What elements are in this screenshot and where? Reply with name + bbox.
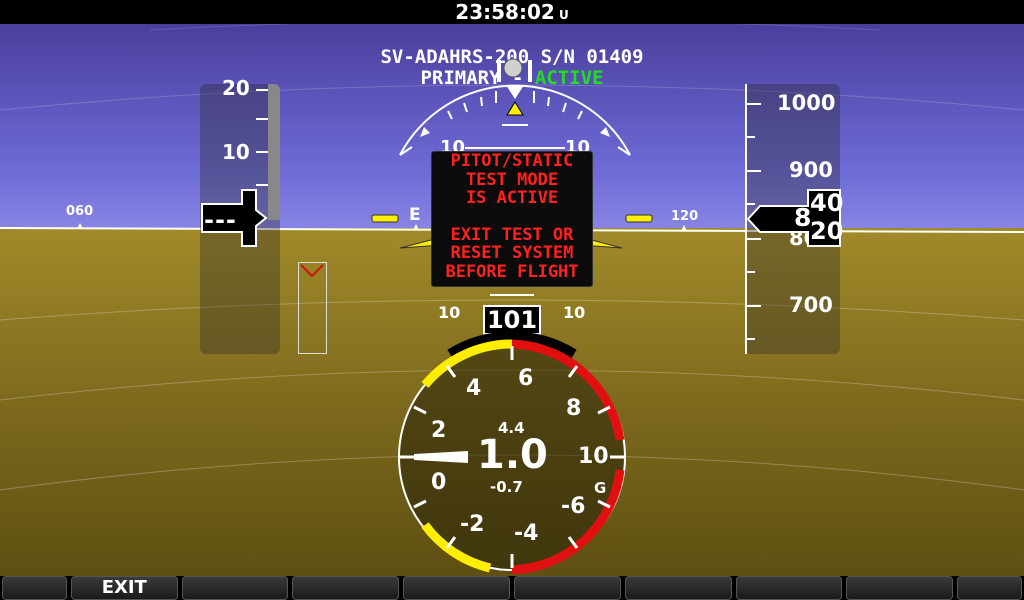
- heading-tick-120: [681, 225, 687, 231]
- right-wing-marker: [625, 214, 653, 223]
- g-scale-8: 8: [566, 396, 582, 421]
- bank-zero-pointer: [506, 85, 524, 99]
- left-wing-marker: [371, 214, 399, 223]
- softkey-bar: EXIT: [0, 576, 1024, 600]
- altitude-tick-1000: 1000: [777, 91, 836, 115]
- warning-line-3: IS ACTIVE: [465, 188, 559, 208]
- pitch-label-lower-right: 10: [563, 303, 586, 322]
- top-bar: 23:58:02 U: [0, 0, 1024, 24]
- softkey-4[interactable]: [403, 576, 510, 600]
- g-scale-6: 6: [518, 366, 534, 391]
- warning-line-1: PITOT/STATIC: [450, 151, 574, 171]
- g-scale-neg4: -4: [514, 521, 539, 546]
- softkey-2[interactable]: [181, 576, 289, 600]
- g-scale-0: 0: [431, 470, 447, 495]
- altitude-tick-900: 900: [789, 158, 833, 182]
- pitch-label-lower-left: 10: [438, 303, 461, 322]
- g-scale-10: 10: [578, 444, 609, 469]
- g-scale-2: 2: [431, 418, 447, 443]
- heading-label-060: 060: [66, 204, 94, 219]
- altitude-tick-700: 700: [789, 293, 833, 317]
- pitch-line-lower-5: [490, 294, 534, 296]
- g-scale-neg2: -2: [460, 512, 485, 537]
- softkey-5[interactable]: [514, 576, 621, 600]
- g-unit-label: G: [594, 479, 607, 497]
- softkey-9[interactable]: [957, 576, 1022, 600]
- altitude-hundreds: 8: [794, 203, 812, 232]
- utc-clock: 23:58:02 U: [0, 0, 1024, 24]
- clock-suffix: U: [558, 8, 569, 22]
- g-current-value: 1.0: [477, 432, 548, 478]
- aoa-bar: [298, 262, 327, 354]
- softkey-6[interactable]: [624, 576, 732, 600]
- bank-tick-left-45: [420, 127, 430, 137]
- warning-line-5: EXIT TEST OR: [450, 224, 574, 245]
- warning-line-2: TEST MODE: [465, 169, 559, 190]
- g-scale-neg6: -6: [561, 494, 586, 519]
- aoa-marker: [300, 264, 324, 278]
- pitot-static-warning: PITOT/STATIC TEST MODE IS ACTIVE EXIT TE…: [431, 151, 593, 287]
- airspeed-tick-10: 10: [222, 140, 250, 164]
- softkey-7[interactable]: [735, 576, 843, 600]
- exit-button[interactable]: EXIT: [70, 576, 178, 600]
- altitude-roll-lower: 20: [810, 217, 844, 245]
- slip-ball: [503, 58, 523, 78]
- roll-pointer: [506, 101, 524, 116]
- warning-line-6: RESET SYSTEM: [450, 243, 574, 263]
- warning-line-7: BEFORE FLIGHT: [445, 261, 579, 282]
- warning-spacer: [432, 208, 592, 226]
- softkey-3[interactable]: [292, 576, 400, 600]
- g-scale-4: 4: [466, 376, 482, 401]
- clock-time: 23:58:02: [455, 0, 555, 24]
- airspeed-tick-20: 20: [222, 76, 250, 100]
- airspeed-readout: ---: [204, 206, 237, 234]
- bank-tick-right-45: [600, 127, 610, 137]
- softkey-0[interactable]: [2, 576, 67, 600]
- g-min-value: -0.7: [490, 478, 523, 496]
- heading-tick-060: [77, 223, 83, 229]
- softkey-8[interactable]: [846, 576, 954, 600]
- heading-label-120: 120: [671, 209, 699, 224]
- altitude-roll-upper: 40: [810, 189, 844, 217]
